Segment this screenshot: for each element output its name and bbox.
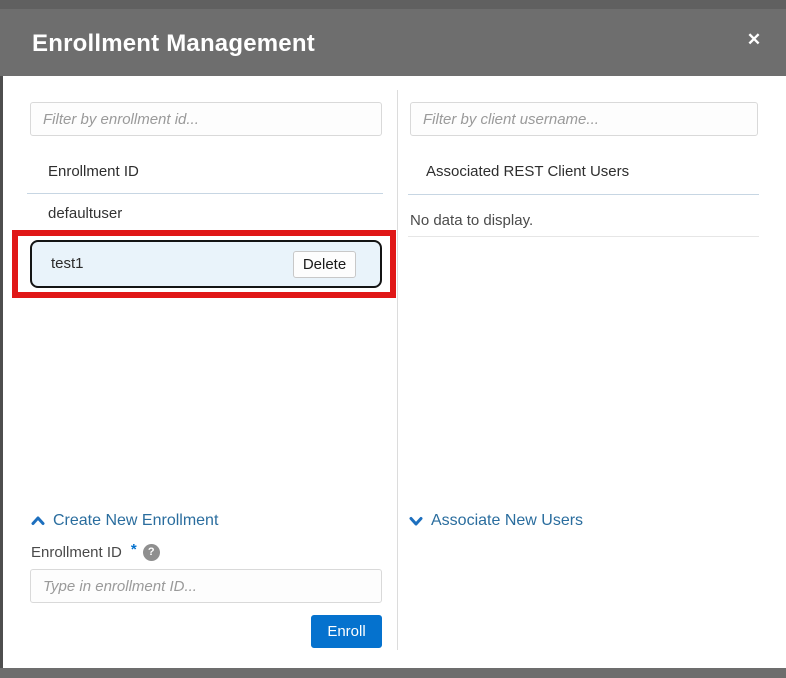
enrollment-id-field-label: Enrollment ID (31, 544, 122, 561)
chevron-up-icon (31, 514, 45, 528)
selected-enrollment-label: test1 (51, 255, 84, 272)
selected-enrollment-row[interactable]: test1 Delete (30, 240, 382, 288)
chevron-down-icon (409, 514, 423, 528)
enrollment-management-dialog: Enrollment Management ✕ Enrollment ID de… (0, 0, 786, 678)
associated-users-header-rule (408, 194, 759, 195)
enrollment-header-rule (27, 193, 383, 194)
no-data-rule (408, 236, 759, 237)
no-data-message: No data to display. (410, 212, 534, 229)
window-left-edge (0, 0, 3, 678)
enrollment-id-column-header: Enrollment ID (48, 163, 139, 180)
associate-new-users-label: Associate New Users (431, 512, 584, 529)
dialog-header: Enrollment Management ✕ (0, 0, 786, 76)
help-icon[interactable]: ? (142, 544, 160, 561)
close-button[interactable]: ✕ (738, 24, 770, 56)
dialog-footer (0, 668, 786, 678)
client-username-filter-input[interactable] (410, 102, 758, 136)
create-new-enrollment-label: Create New Enrollment (53, 512, 219, 529)
new-enrollment-id-input[interactable] (30, 569, 382, 603)
required-asterisk: * (130, 541, 137, 558)
associated-users-column-header: Associated REST Client Users (426, 163, 630, 180)
panel-divider (397, 90, 398, 650)
enrollment-filter-input[interactable] (30, 102, 382, 136)
close-icon: ✕ (746, 30, 762, 49)
create-new-enrollment-toggle[interactable]: Create New Enrollment (31, 512, 218, 530)
enroll-button[interactable]: Enroll (311, 615, 382, 648)
enrollment-row-defaultuser[interactable]: defaultuser (27, 196, 383, 232)
associate-new-users-toggle[interactable]: Associate New Users (409, 512, 583, 530)
enrollment-id-field-label-row: Enrollment ID * ? (31, 541, 160, 561)
dialog-title: Enrollment Management (32, 30, 315, 57)
delete-button[interactable]: Delete (293, 251, 356, 278)
